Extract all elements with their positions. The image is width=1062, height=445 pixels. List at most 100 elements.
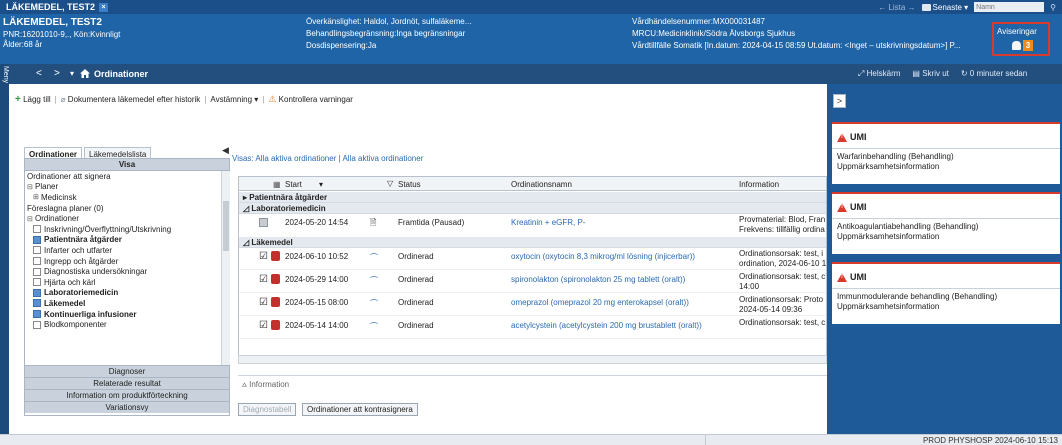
tree-item[interactable]: Infarter och utfarter bbox=[25, 245, 221, 256]
table-horizontal-scrollbar[interactable] bbox=[238, 355, 827, 364]
document-history-button[interactable]: ⌀ Dokumentera läkemedel efter historik bbox=[61, 95, 201, 104]
order-name-link[interactable]: oxytocin (oxytocin 8,3 mikrog/ml lösning… bbox=[511, 252, 695, 261]
status-bar: PROD PHYSHOSP 2024-06-10 15:13 bbox=[0, 434, 1062, 445]
search-icon[interactable]: ⚲ bbox=[1050, 3, 1056, 12]
section-variation-view[interactable]: Variationsvy bbox=[25, 401, 229, 413]
tree-item[interactable]: Ingrepp och åtgärder bbox=[25, 256, 221, 267]
tree-item[interactable]: Laboratoriemedicin bbox=[25, 288, 221, 299]
diagnosis-table-button[interactable]: Diagnostabell bbox=[238, 403, 297, 416]
alert-body: Antikoagulantiabehandling (Behandling) Up… bbox=[837, 222, 978, 242]
col-status[interactable]: Status bbox=[398, 180, 421, 189]
tree-item[interactable]: Inskrivning/Överflyttning/Utskrivning bbox=[25, 224, 221, 235]
tree-item[interactable]: ⊟ Planer bbox=[25, 182, 221, 193]
care-event-number: Vårdhändelsenummer:MX000031487 bbox=[632, 17, 765, 26]
allergy-info[interactable]: Överkänslighet: Haldol, Jordnöt, sulfalä… bbox=[306, 17, 471, 26]
patient-name-search-input[interactable] bbox=[974, 2, 1045, 12]
tree-checkbox[interactable] bbox=[33, 278, 41, 287]
tree-item[interactable]: Ordinationer att signera bbox=[25, 171, 221, 182]
folder-icon bbox=[921, 3, 931, 11]
care-episode[interactable]: Vårdtillfälle Somatik [In.datum: 2024-04… bbox=[632, 41, 986, 50]
section-related-results[interactable]: Relaterade resultat bbox=[25, 377, 229, 389]
info-cell: ordination, 2024-06-10 1 bbox=[739, 259, 827, 268]
tree-checkbox[interactable] bbox=[33, 246, 41, 255]
patient-banner: LÄKEMEDEL, TEST2 PNR:16201010-9,., Kön:K… bbox=[0, 14, 1062, 64]
reconcile-dropdown[interactable]: Avstämning ▾ bbox=[210, 95, 258, 104]
close-tab-icon[interactable]: × bbox=[99, 2, 109, 12]
order-name-link[interactable]: acetylcystein (acetylcystein 200 mg brus… bbox=[511, 321, 702, 330]
add-button[interactable]: + Lägg till bbox=[15, 94, 51, 105]
section-diagnoses[interactable]: Diagnoser bbox=[25, 365, 229, 377]
refresh-icon: ↻ bbox=[960, 69, 970, 78]
toolbar-divider: | bbox=[54, 95, 57, 104]
alerts-toggle-button[interactable]: > bbox=[833, 94, 846, 108]
navigator-scroll-thumb[interactable] bbox=[223, 201, 229, 251]
back-button[interactable]: < bbox=[36, 68, 42, 79]
tree-item[interactable]: Blodkomponenter bbox=[25, 319, 221, 330]
table-row[interactable]: ☑ 2024-05-15 08:00 ⌒ Ordinerad omeprazol (om… bbox=[239, 294, 826, 316]
table-row[interactable]: 2024-05-20 14:54 🗎 Framtida (Pausad) Kre… bbox=[239, 214, 826, 236]
collapse-icon[interactable]: ⊟ bbox=[27, 183, 34, 191]
group-patient-near[interactable]: ▸ Patientnära åtgärder bbox=[239, 192, 826, 203]
collapse-panel-icon[interactable]: ◀ bbox=[222, 145, 229, 156]
table-row[interactable]: ☑ 2024-05-14 14:00 ⌒ Ordinerad acetylcystein… bbox=[239, 317, 826, 339]
table-row[interactable]: ☑ 2024-06-10 10:52 ⌒ Ordinerad oxytocin (oxy… bbox=[239, 248, 827, 270]
tree-checkbox[interactable] bbox=[33, 310, 41, 319]
fullscreen-button[interactable]: ⤢ Helskärm bbox=[858, 69, 900, 79]
alert-card[interactable]: UMI Antikoagulantiabehandling (Behandling… bbox=[832, 192, 1060, 254]
section-product-info[interactable]: Information om produktförteckning bbox=[25, 389, 229, 401]
tree-checkbox[interactable] bbox=[33, 257, 41, 266]
order-name-link[interactable]: omeprazol (omeprazol 20 mg enterokapsel … bbox=[511, 298, 689, 307]
tree-checkbox[interactable] bbox=[33, 225, 41, 234]
status-cell: Ordinerad bbox=[398, 321, 434, 330]
tree-item[interactable]: Kontinuerliga infusioner bbox=[25, 309, 221, 320]
col-information[interactable]: Information bbox=[739, 180, 779, 189]
alert-line: Antikoagulantiabehandling (Behandling) bbox=[837, 222, 979, 231]
tree-item[interactable]: Patientnära åtgärder bbox=[25, 235, 221, 246]
tree-item[interactable]: Läkemedel bbox=[25, 298, 221, 309]
patient-tab[interactable]: LÄKEMEDEL, TEST2 × bbox=[0, 0, 115, 14]
forward-button[interactable]: > bbox=[54, 68, 60, 79]
tree-item-label: Diagnostiska undersökningar bbox=[44, 267, 148, 277]
tree-checkbox[interactable] bbox=[33, 235, 41, 244]
patient-list-nav[interactable]: ← Lista → bbox=[878, 3, 915, 12]
tree-checkbox[interactable] bbox=[33, 299, 41, 308]
status-cell: Framtida (Pausad) bbox=[398, 218, 465, 227]
tree-item[interactable]: ⊟ Ordinationer bbox=[25, 213, 221, 224]
alert-card[interactable]: UMI Immunmodulerande behandling (Behandli… bbox=[832, 262, 1060, 324]
refresh-label: 0 minuter sedan bbox=[969, 69, 1028, 78]
order-name-link[interactable]: Kreatinin + eGFR, P- bbox=[511, 218, 585, 227]
check-warnings-button[interactable]: ⚠ Kontrollera varningar bbox=[268, 94, 353, 105]
cosign-orders-button[interactable]: Ordinationer att kontrasignera bbox=[302, 403, 418, 416]
recent-button[interactable]: Senaste ▾ bbox=[921, 3, 968, 12]
expand-icon[interactable]: ⊞ bbox=[33, 193, 40, 201]
history-dropdown[interactable]: ▾ bbox=[70, 69, 74, 78]
filter-summary-link[interactable]: Visas: Alla aktiva ordinationer | Alla a… bbox=[232, 154, 423, 163]
tree-item[interactable]: Föreslagna planer (0) bbox=[25, 203, 221, 214]
table-row[interactable]: ☑ 2024-05-29 14:00 ⌒ Ordinerad spironolakton… bbox=[239, 271, 826, 293]
tree-checkbox[interactable] bbox=[33, 320, 41, 329]
sort-icon[interactable]: ▾ bbox=[319, 180, 323, 189]
navigator-scrollbar[interactable] bbox=[221, 171, 230, 365]
refresh-button[interactable]: ↻ 0 minuter sedan bbox=[961, 69, 1027, 79]
home-icon[interactable] bbox=[80, 69, 90, 78]
menu-strip[interactable] bbox=[0, 64, 9, 445]
col-order-name[interactable]: Ordinationsnamn bbox=[511, 180, 572, 189]
col-start[interactable]: Start bbox=[285, 180, 302, 189]
filter-icon[interactable]: ▽ bbox=[387, 179, 393, 188]
group-lab[interactable]: ◿ Laboratoriemedicin bbox=[239, 203, 826, 214]
notifications-button[interactable]: Aviseringar 3 bbox=[992, 22, 1050, 56]
document-history-label: Dokumentera läkemedel efter historik bbox=[67, 95, 201, 104]
medication-icon bbox=[271, 251, 280, 261]
collapse-icon[interactable]: ⊟ bbox=[27, 215, 34, 223]
group-medications[interactable]: ◿ Läkemedel bbox=[239, 237, 826, 248]
alert-card[interactable]: UMI Warfarinbehandling (Behandling)Uppmär… bbox=[832, 122, 1060, 184]
tree-item[interactable]: Hjärta och kärl bbox=[25, 277, 221, 288]
order-name-link[interactable]: spironolakton (spironolakton 25 mg table… bbox=[511, 275, 685, 284]
tree-checkbox[interactable] bbox=[33, 267, 41, 276]
tree-item[interactable]: Diagnostiska undersökningar bbox=[25, 266, 221, 277]
tree-checkbox[interactable] bbox=[33, 288, 41, 297]
menu-label[interactable]: Meny bbox=[0, 66, 9, 83]
information-pane[interactable]: ⩟ Information bbox=[238, 375, 827, 393]
print-button[interactable]: ▤ Skriv ut bbox=[912, 69, 948, 79]
tree-item[interactable]: ⊞ Medicinsk bbox=[25, 192, 221, 203]
